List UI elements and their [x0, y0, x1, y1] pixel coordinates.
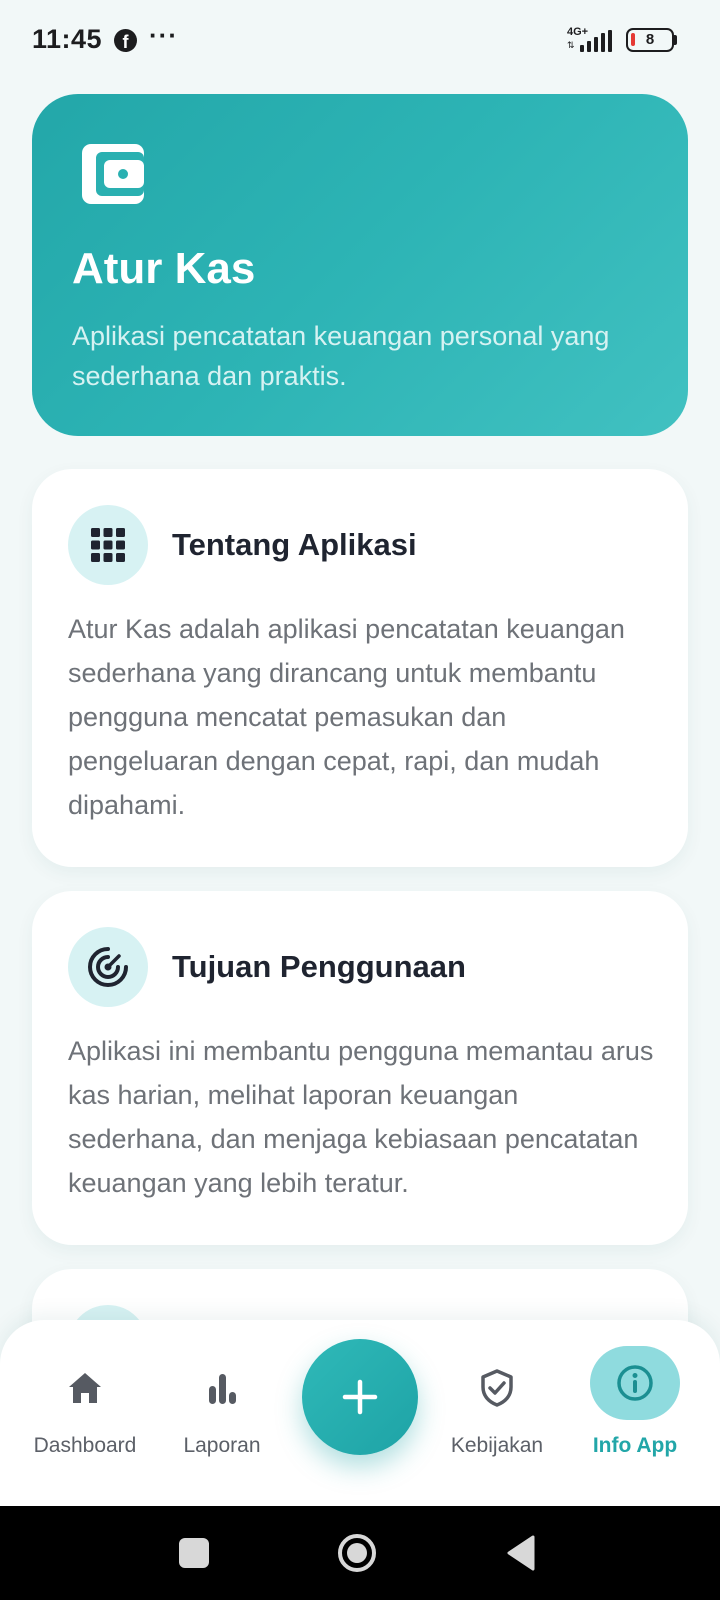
hero-description: Aplikasi pencatatan keuangan personal ya… [72, 321, 610, 391]
about-app-card: Tentang Aplikasi Atur Kas adalah aplikas… [32, 469, 688, 867]
home-icon [69, 1373, 101, 1403]
battery-icon: 8 [626, 28, 674, 52]
recents-button[interactable] [179, 1538, 209, 1568]
more-notifications-icon: ··· [149, 20, 178, 50]
app-screen: 11:45 f ··· 4G+ ⇅ 8 Atur Kas Aplikasi pe… [0, 0, 720, 1600]
network-activity-icon: ⇅ [567, 40, 575, 50]
facebook-icon: f [114, 29, 137, 52]
nav-item-kebijakan[interactable]: Kebijakan [440, 1320, 554, 1506]
active-indicator [590, 1346, 680, 1420]
wallet-icon [82, 144, 144, 204]
bar-chart-icon [209, 1374, 236, 1404]
nav-item-laporan[interactable]: Laporan [170, 1320, 274, 1506]
battery-level: 8 [645, 31, 655, 48]
grid-icon [91, 528, 125, 562]
battery-tip [674, 35, 677, 45]
status-bar: 11:45 f ··· 4G+ ⇅ 8 [0, 0, 720, 82]
plus-icon [342, 1379, 378, 1415]
nav-label: Dashboard [33, 1434, 137, 1457]
add-transaction-button[interactable] [302, 1339, 418, 1455]
hero-card: Atur Kas Aplikasi pencatatan keuangan pe… [32, 94, 688, 436]
card-icon-container [68, 927, 148, 1007]
status-time: 11:45 [32, 24, 103, 54]
nav-item-dashboard[interactable]: Dashboard [24, 1320, 146, 1506]
system-navigation-bar [0, 1506, 720, 1600]
back-button[interactable] [505, 1534, 537, 1572]
purpose-card: Tujuan Penggunaan Aplikasi ini membantu … [32, 891, 688, 1245]
card-icon-container [68, 505, 148, 585]
shield-check-icon [481, 1369, 513, 1407]
card-title: Tentang Aplikasi [172, 527, 417, 562]
nav-label: Info App [592, 1434, 678, 1457]
card-title: Tujuan Penggunaan [172, 949, 466, 984]
nav-label: Laporan [183, 1434, 261, 1457]
home-button[interactable] [337, 1533, 377, 1573]
nav-item-info-app[interactable]: Info App [582, 1320, 688, 1506]
nav-label: Kebijakan [450, 1434, 544, 1457]
target-icon [88, 947, 128, 987]
card-body: Aplikasi ini membantu pengguna memantau … [68, 1036, 654, 1198]
info-icon [617, 1365, 653, 1401]
signal-icon [580, 30, 612, 52]
hero-title: Atur Kas [72, 244, 256, 293]
card-body: Atur Kas adalah aplikasi pencatatan keua… [68, 614, 625, 820]
